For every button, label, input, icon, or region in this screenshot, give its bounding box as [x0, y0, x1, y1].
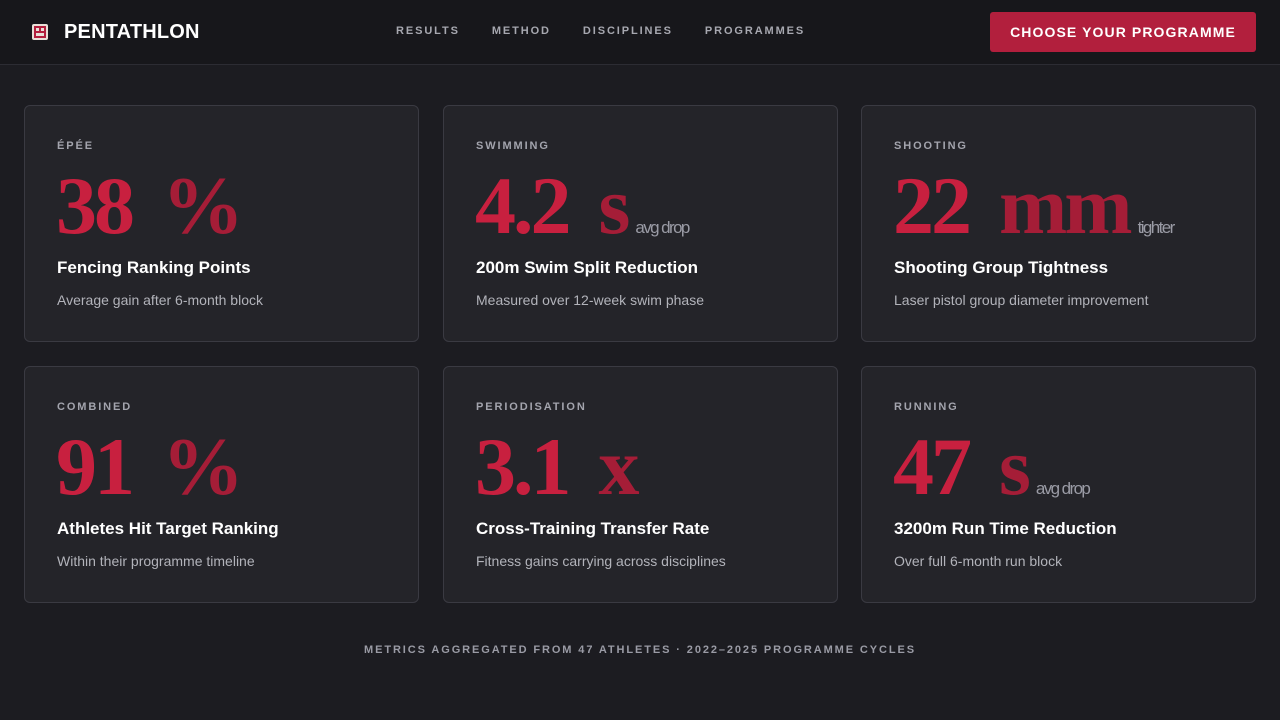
metric-value: 47 — [893, 421, 972, 512]
card-title: Cross-Training Transfer Rate — [476, 519, 710, 538]
metric-unit: s — [598, 160, 631, 251]
brand[interactable]: PENTATHLON — [31, 20, 200, 44]
card-label: RUNNING — [894, 401, 959, 413]
metric-unit: x — [598, 421, 640, 512]
nav-results[interactable]: RESULTS — [396, 25, 460, 37]
metrics-footnote: METRICS AGGREGATED FROM 47 ATHLETES · 20… — [364, 644, 916, 656]
card-description: Fitness gains carrying across discipline… — [476, 553, 726, 569]
metric-unit: % — [162, 421, 244, 512]
metric: 4.2 s avg drop — [475, 160, 690, 251]
metric: 3.1 x — [475, 421, 640, 512]
card-label: SHOOTING — [894, 140, 968, 152]
card-description: Over full 6-month run block — [894, 553, 1063, 569]
metric-unit: s — [999, 421, 1031, 512]
metric-card-swimming: SWIMMING 4.2 s avg drop 200m Swim Split … — [443, 105, 838, 342]
mask-badge-icon — [32, 24, 48, 40]
card-title: 3200m Run Time Reduction — [894, 519, 1117, 538]
card-description: Within their programme timeline — [57, 553, 255, 569]
metric-unit: mm — [999, 160, 1133, 251]
card-label: PERIODISATION — [476, 401, 587, 413]
nav-programmes[interactable]: PROGRAMMES — [705, 25, 805, 37]
card-label: COMBINED — [57, 401, 133, 413]
brand-name: PENTATHLON — [64, 20, 200, 43]
metric-value: 3.1 — [475, 421, 571, 512]
card-title: Shooting Group Tightness — [894, 258, 1109, 277]
metric-value: 22 — [893, 160, 972, 251]
choose-programme-button[interactable]: CHOOSE YOUR PROGRAMME — [990, 12, 1256, 52]
metric-note: avg drop — [1035, 479, 1091, 498]
metric-card-combined: COMBINED 91 % Athletes Hit Target Rankin… — [24, 366, 419, 603]
card-description: Measured over 12-week swim phase — [476, 292, 704, 308]
card-title: 200m Swim Split Reduction — [476, 258, 698, 277]
metric-note: tighter — [1137, 218, 1176, 237]
metric-card-periodisation: PERIODISATION 3.1 x Cross-Training Trans… — [443, 366, 838, 603]
metric-card-epee: ÉPÉE 38 % Fencing Ranking Points Average… — [24, 105, 419, 342]
card-title: Fencing Ranking Points — [57, 258, 251, 277]
card-description: Laser pistol group diameter improvement — [894, 292, 1149, 308]
card-label: ÉPÉE — [57, 140, 94, 152]
card-description: Average gain after 6-month block — [57, 292, 263, 308]
metric-card-running: RUNNING 47 s avg drop 3200m Run Time Red… — [861, 366, 1256, 603]
metric-unit: % — [162, 160, 244, 251]
site-header: PENTATHLON RESULTS METHOD DISCIPLINES PR… — [0, 0, 1280, 65]
metric-card-shooting: SHOOTING 22 mm tighter Shooting Group Ti… — [861, 105, 1256, 342]
main-nav: RESULTS METHOD DISCIPLINES PROGRAMMES — [396, 25, 837, 37]
card-title: Athletes Hit Target Ranking — [57, 519, 279, 538]
metric: 47 s avg drop — [893, 421, 1091, 512]
nav-disciplines[interactable]: DISCIPLINES — [583, 25, 673, 37]
metric-value: 4.2 — [475, 160, 571, 251]
nav-method[interactable]: METHOD — [492, 25, 551, 37]
metric-note: avg drop — [635, 218, 690, 237]
metric: 91 % — [56, 421, 244, 512]
metric-value: 38 — [56, 160, 135, 251]
metric: 38 % — [56, 160, 244, 251]
metric-value: 91 — [56, 421, 135, 512]
metric: 22 mm tighter — [893, 160, 1176, 251]
card-label: SWIMMING — [476, 140, 550, 152]
